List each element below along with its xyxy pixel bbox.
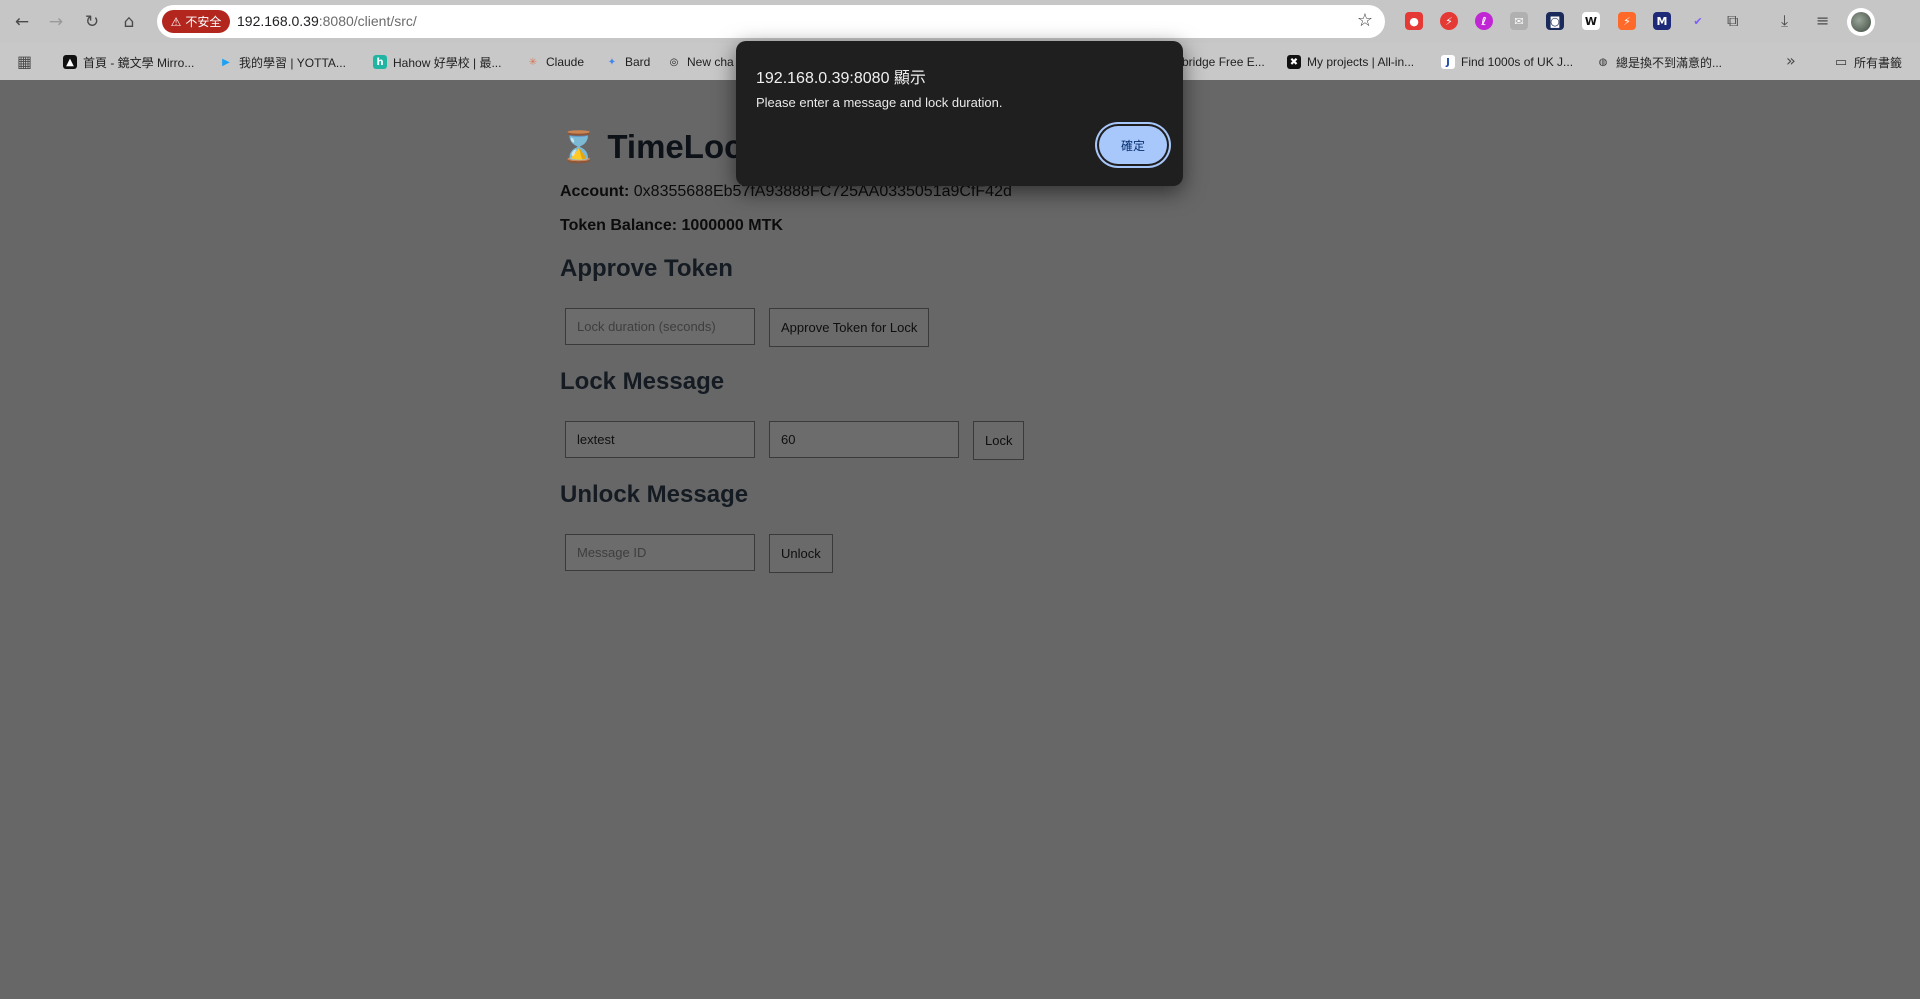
bookmark-item[interactable]: bridge Free E... bbox=[1182, 53, 1265, 71]
bookmark-label: 總是換不到滿意的... bbox=[1616, 55, 1723, 70]
warning-icon: ⚠ bbox=[170, 14, 182, 29]
extension-icon[interactable]: ⚡ bbox=[1618, 12, 1636, 30]
bookmark-favicon-icon: ◍ bbox=[1598, 56, 1608, 68]
url-text[interactable]: 192.168.0.39:8080/client/src/ bbox=[237, 13, 417, 29]
profile-avatar[interactable] bbox=[1847, 8, 1875, 36]
mail-extension-icon[interactable]: ✉ bbox=[1510, 12, 1528, 30]
bookmark-item[interactable]: ✖ My projects | All-in... bbox=[1287, 53, 1414, 71]
timelock-app: ⌛ TimeLoc Account: 0x8355688Eb57fA93888F… bbox=[560, 122, 1260, 573]
app-title-text: TimeLoc bbox=[607, 128, 743, 165]
message-input[interactable]: lextest bbox=[565, 421, 755, 458]
bookmark-item[interactable]: ✦ Bard bbox=[605, 53, 651, 71]
browser-toolbar: ← → ↻ ⌂ ⚠ 不安全 192.168.0.39:8080/client/s… bbox=[0, 0, 1920, 43]
more-bookmarks-chevron-icon[interactable]: » bbox=[1786, 51, 1796, 70]
lock-section-heading: Lock Message bbox=[560, 368, 725, 395]
all-bookmarks-folder[interactable]: ▭ 所有書籤 bbox=[1834, 53, 1902, 71]
bookmark-label: 我的學習 | YOTTA... bbox=[239, 55, 346, 70]
lock-duration-field[interactable]: 60 bbox=[769, 421, 959, 458]
extension-icon[interactable]: ● bbox=[1405, 12, 1423, 30]
approve-section-heading: Approve Token bbox=[560, 255, 733, 282]
wikipedia-extension-icon[interactable]: W bbox=[1582, 12, 1600, 30]
bookmark-item[interactable]: h Hahow 好學校 | 最... bbox=[373, 53, 501, 71]
dialog-message: Please enter a message and lock duration… bbox=[756, 95, 1003, 110]
lock-button[interactable]: Lock bbox=[973, 421, 1025, 460]
bookmark-item[interactable]: ▲ 首頁 - 鏡文學 Mirro... bbox=[63, 53, 194, 71]
extension-icon[interactable]: M bbox=[1653, 12, 1671, 30]
folder-icon: ▭ bbox=[1834, 54, 1848, 70]
token-balance: Token Balance: 1000000 MTK bbox=[560, 217, 783, 234]
bookmark-item[interactable]: J Find 1000s of UK J... bbox=[1441, 53, 1573, 71]
bookmark-favicon-icon: ✦ bbox=[607, 56, 617, 68]
bookmark-item[interactable]: ◍ 總是換不到滿意的... bbox=[1596, 53, 1722, 71]
alert-dialog: 192.168.0.39:8080 顯示 Please enter a mess… bbox=[736, 41, 1183, 186]
lock-duration-input[interactable]: Lock duration (seconds) bbox=[565, 308, 755, 345]
bookmark-label: Hahow 好學校 | 最... bbox=[393, 55, 502, 70]
approve-token-button[interactable]: Approve Token for Lock bbox=[769, 308, 930, 347]
dialog-ok-button[interactable]: 確定 bbox=[1099, 126, 1167, 164]
bookmark-favicon-icon: h bbox=[373, 55, 387, 69]
reading-list-icon[interactable]: ≡ bbox=[1816, 11, 1829, 30]
extension-icon[interactable]: ◙ bbox=[1546, 12, 1564, 30]
page-content: ⌛ TimeLoc Account: 0x8355688Eb57fA93888F… bbox=[0, 80, 1920, 999]
message-id-input[interactable]: Message ID bbox=[565, 534, 755, 571]
bookmark-label: bridge Free E... bbox=[1182, 55, 1265, 69]
reload-icon[interactable]: ↻ bbox=[79, 9, 105, 35]
extension-icon[interactable]: ℓ bbox=[1475, 12, 1493, 30]
approve-row: Lock duration (seconds) Approve Token fo… bbox=[565, 308, 1260, 347]
unlock-section-heading: Unlock Message bbox=[560, 481, 749, 508]
bookmark-favicon-icon: J bbox=[1441, 55, 1455, 69]
address-bar[interactable]: ⚠ 不安全 192.168.0.39:8080/client/src/ ☆ bbox=[157, 5, 1385, 38]
lock-row: lextest 60 Lock bbox=[565, 421, 1260, 460]
bookmark-label: Find 1000s of UK J... bbox=[1461, 55, 1574, 69]
bookmark-label: Bard bbox=[625, 55, 651, 69]
bookmark-label: New cha bbox=[687, 55, 734, 69]
extensions-puzzle-icon[interactable]: ⧉ bbox=[1727, 11, 1738, 31]
unlock-button[interactable]: Unlock bbox=[769, 534, 833, 573]
bookmark-item[interactable]: ◎ New cha bbox=[667, 53, 734, 71]
bookmark-item[interactable]: ▶ 我的學習 | YOTTA... bbox=[219, 53, 346, 71]
bookmark-favicon-icon: ◎ bbox=[669, 56, 679, 68]
home-icon[interactable]: ⌂ bbox=[116, 9, 142, 35]
dialog-title: 192.168.0.39:8080 顯示 bbox=[756, 70, 926, 87]
hourglass-icon: ⌛ bbox=[560, 129, 598, 165]
bookmark-favicon-icon: ✖ bbox=[1287, 55, 1301, 69]
unlock-row: Message ID Unlock bbox=[565, 534, 1260, 573]
bookmark-label: 首頁 - 鏡文學 Mirro... bbox=[83, 55, 195, 70]
forward-arrow-icon[interactable]: → bbox=[43, 9, 69, 35]
extension-icon[interactable]: ⚡ bbox=[1440, 12, 1458, 30]
bookmark-label: Claude bbox=[546, 55, 585, 69]
download-icon[interactable]: ⤓ bbox=[1781, 11, 1788, 31]
extension-icon[interactable]: ✔ bbox=[1689, 12, 1707, 30]
apps-grid-icon[interactable]: ▦ bbox=[17, 52, 32, 71]
security-label: 不安全 bbox=[185, 15, 222, 29]
bookmark-label: My projects | All-in... bbox=[1307, 55, 1415, 69]
security-chip[interactable]: ⚠ 不安全 bbox=[162, 10, 230, 33]
bookmark-favicon-icon: ▶ bbox=[222, 56, 230, 68]
account-label: Account: bbox=[560, 183, 630, 200]
bookmark-star-icon[interactable]: ☆ bbox=[1357, 10, 1373, 31]
bookmark-favicon-icon: ✳ bbox=[528, 56, 538, 68]
url-host: 192.168.0.39 bbox=[237, 13, 319, 29]
all-bookmarks-label: 所有書籤 bbox=[1854, 55, 1903, 70]
bookmark-favicon-icon: ▲ bbox=[63, 55, 77, 69]
bookmark-item[interactable]: ✳ Claude bbox=[526, 53, 584, 71]
back-arrow-icon[interactable]: ← bbox=[9, 9, 35, 35]
url-path: :8080/client/src/ bbox=[318, 13, 417, 29]
